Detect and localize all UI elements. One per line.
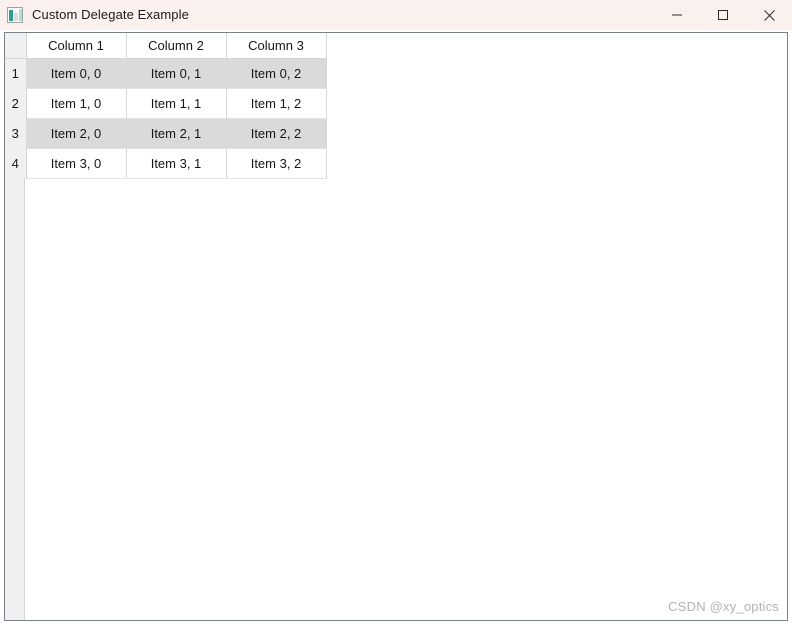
cell-3-0[interactable]: Item 3, 0 [26, 148, 127, 179]
application-window: Custom Delegate Example Column 1 Column … [0, 0, 792, 625]
title-bar: Custom Delegate Example [0, 0, 792, 30]
cell-1-0[interactable]: Item 1, 0 [26, 88, 127, 119]
cell-3-1[interactable]: Item 3, 1 [126, 148, 227, 179]
column-header-2[interactable]: Column 2 [126, 33, 227, 59]
table-row[interactable]: 4 Item 3, 0 Item 3, 1 Item 3, 2 [5, 148, 327, 179]
cell-3-2[interactable]: Item 3, 2 [226, 148, 327, 179]
cell-2-1[interactable]: Item 2, 1 [126, 118, 227, 149]
table-row[interactable]: 1 Item 0, 0 Item 0, 1 Item 0, 2 [5, 58, 327, 89]
table-row[interactable]: 3 Item 2, 0 Item 2, 1 Item 2, 2 [5, 118, 327, 149]
cell-0-2[interactable]: Item 0, 2 [226, 58, 327, 89]
column-header-1[interactable]: Column 1 [26, 33, 127, 59]
table-view[interactable]: Column 1 Column 2 Column 3 1 Item 0, 0 I… [5, 33, 787, 620]
column-header-3[interactable]: Column 3 [226, 33, 327, 59]
row-header-2[interactable]: 2 [5, 88, 27, 118]
maximize-button[interactable] [700, 0, 746, 30]
row-header-1[interactable]: 1 [5, 58, 27, 88]
cell-2-0[interactable]: Item 2, 0 [26, 118, 127, 149]
table-row[interactable]: 2 Item 1, 0 Item 1, 1 Item 1, 2 [5, 88, 327, 119]
table-corner-cell[interactable] [5, 33, 27, 59]
client-area: Column 1 Column 2 Column 3 1 Item 0, 0 I… [4, 32, 788, 621]
cell-2-2[interactable]: Item 2, 2 [226, 118, 327, 149]
cell-1-1[interactable]: Item 1, 1 [126, 88, 227, 119]
close-button[interactable] [746, 0, 792, 30]
table-body: 1 Item 0, 0 Item 0, 1 Item 0, 2 2 Item 1… [5, 58, 327, 179]
cell-0-1[interactable]: Item 0, 1 [126, 58, 227, 89]
window-title: Custom Delegate Example [32, 7, 189, 22]
data-table[interactable]: Column 1 Column 2 Column 3 1 Item 0, 0 I… [5, 33, 327, 179]
row-header-4[interactable]: 4 [5, 148, 27, 178]
watermark-label: CSDN @xy_optics [668, 599, 779, 614]
window-controls [654, 0, 792, 30]
table-head: Column 1 Column 2 Column 3 [5, 33, 327, 59]
chart-window-icon [7, 7, 23, 23]
row-header-3[interactable]: 3 [5, 118, 27, 148]
cell-1-2[interactable]: Item 1, 2 [226, 88, 327, 119]
minimize-button[interactable] [654, 0, 700, 30]
header-row: Column 1 Column 2 Column 3 [5, 33, 327, 59]
cell-0-0[interactable]: Item 0, 0 [26, 58, 127, 89]
